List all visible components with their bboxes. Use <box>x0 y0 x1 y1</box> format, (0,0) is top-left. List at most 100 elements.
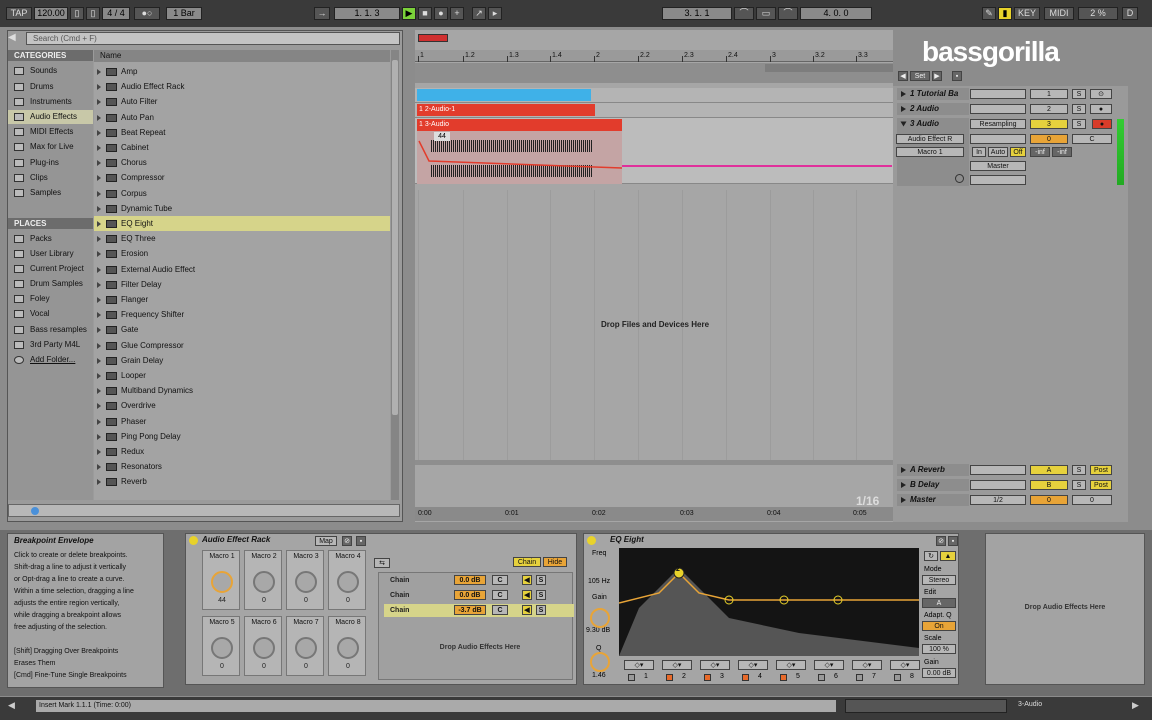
chain-toggle[interactable]: Chain <box>513 557 541 567</box>
place-drum-samples[interactable]: Drum Samples <box>8 277 93 291</box>
track2-arm[interactable]: ● <box>1090 104 1112 114</box>
browser-item[interactable]: Multiband Dynamics <box>94 383 390 398</box>
band-filter-type[interactable]: ◇▾ <box>852 660 882 670</box>
band-toggle[interactable] <box>704 674 711 681</box>
expand-icon[interactable] <box>97 84 101 91</box>
macro-knob[interactable] <box>211 571 233 593</box>
automation-arm-icon[interactable]: ↗ <box>472 7 486 20</box>
master-pan[interactable]: 0 <box>1072 495 1112 505</box>
back-to-arrangement-icon[interactable]: ▸ <box>488 7 502 20</box>
band-filter-type[interactable]: ◇▾ <box>624 660 654 670</box>
chain-row[interactable]: Chain 0.0 dB C ◀ S <box>384 589 574 602</box>
preview-icon[interactable] <box>31 507 39 515</box>
freq-value[interactable]: 105 Hz <box>588 578 610 585</box>
hide-toggle[interactable]: Hide <box>543 557 567 567</box>
return-a-activator[interactable]: A <box>1030 465 1068 475</box>
browser-item[interactable]: Phaser <box>94 414 390 429</box>
expand-icon[interactable] <box>97 464 101 471</box>
browser-item[interactable]: Gate <box>94 322 390 337</box>
return-b-activator[interactable]: B <box>1030 480 1068 490</box>
chain-pan[interactable]: C <box>492 590 508 600</box>
browser-item[interactable]: Grain Delay <box>94 353 390 368</box>
browser-item[interactable]: Cabinet <box>94 140 390 155</box>
macro-7[interactable]: Macro 70 <box>286 616 324 676</box>
macro-knob[interactable] <box>211 637 233 659</box>
browser-item[interactable]: Compressor <box>94 170 390 185</box>
q-value[interactable]: 1.46 <box>592 672 606 679</box>
track1-activator[interactable]: 1 <box>1030 89 1068 99</box>
fold-icon[interactable] <box>900 121 907 127</box>
expand-icon[interactable] <box>97 373 101 379</box>
macro-5[interactable]: Macro 50 <box>202 616 240 676</box>
q-knob[interactable] <box>590 652 610 672</box>
nudge-icon[interactable]: ▯ <box>70 7 84 20</box>
scroll-right-icon[interactable]: ▶ <box>932 71 942 81</box>
expand-icon[interactable] <box>97 418 101 425</box>
band-filter-type[interactable]: ◇▾ <box>814 660 844 670</box>
master-volume[interactable]: 0 <box>1030 495 1068 505</box>
expand-icon[interactable] <box>97 266 101 273</box>
expand-icon[interactable] <box>97 69 101 75</box>
macro-knob[interactable] <box>253 571 275 593</box>
macro-1[interactable]: Macro 1 44 <box>202 550 240 610</box>
midi-map-button[interactable]: MIDI <box>1044 7 1074 20</box>
track2-solo[interactable]: S <box>1072 104 1086 114</box>
punch-in-icon[interactable]: ⌒ <box>734 7 754 20</box>
fold-icon[interactable] <box>901 497 906 503</box>
expand-icon[interactable] <box>97 175 101 182</box>
device-chooser[interactable]: Audio Effect R <box>896 134 964 144</box>
category-sounds[interactable]: Sounds <box>8 64 93 78</box>
search-input[interactable]: Search (Cmd + F) <box>26 32 400 45</box>
chain-solo[interactable]: S <box>536 590 546 600</box>
record-icon[interactable]: ● <box>434 7 448 20</box>
nudge-up-icon[interactable]: ▯ <box>86 7 100 20</box>
chain-activator-icon[interactable]: ◀ <box>522 575 532 585</box>
punch-out-icon[interactable]: ⌒ <box>778 7 798 20</box>
expand-icon[interactable] <box>97 342 101 349</box>
expand-icon[interactable] <box>97 129 101 136</box>
expand-icon[interactable] <box>97 190 101 197</box>
browser-item[interactable]: Frequency Shifter <box>94 307 390 322</box>
browser-item[interactable]: Flanger <box>94 292 390 307</box>
expand-icon[interactable] <box>97 449 101 455</box>
track1-solo[interactable]: S <box>1072 89 1086 99</box>
set-button[interactable]: Set <box>910 71 930 81</box>
browser-toggle-icon[interactable]: ◀ <box>8 32 24 45</box>
return-header-a[interactable]: A Reverb <box>897 464 969 476</box>
time-ruler[interactable] <box>415 507 893 521</box>
category-max-for-live[interactable]: Max for Live <box>8 140 93 154</box>
band-toggle[interactable] <box>818 674 825 681</box>
monitor-off[interactable]: Off <box>1010 147 1026 157</box>
mode-dropdown[interactable]: Stereo <box>922 575 956 585</box>
eq-save-icon[interactable]: ▪ <box>948 536 958 546</box>
category-drums[interactable]: Drums <box>8 80 93 94</box>
gain-knob[interactable] <box>590 608 610 628</box>
macro-4[interactable]: Macro 40 <box>328 550 366 610</box>
place-vocal[interactable]: Vocal <box>8 307 93 321</box>
map-button[interactable]: Map <box>315 536 337 546</box>
chain-activator-icon[interactable]: ◀ <box>522 605 532 615</box>
expand-icon[interactable] <box>97 99 101 106</box>
chain-pan[interactable]: C <box>492 575 508 585</box>
lock-icon[interactable]: ▪ <box>952 71 962 81</box>
track1-arm[interactable]: ⊙ <box>1090 89 1112 99</box>
fold-icon[interactable] <box>901 467 906 473</box>
fold-icon[interactable] <box>901 482 906 488</box>
output-gain-value[interactable]: 0.00 dB <box>922 668 956 678</box>
macro-knob[interactable] <box>337 637 359 659</box>
browser-item[interactable]: Redux <box>94 444 390 459</box>
master-header[interactable]: Master <box>897 494 969 506</box>
browser-item[interactable]: Auto Pan <box>94 110 390 125</box>
expand-icon[interactable] <box>97 251 101 258</box>
expand-icon[interactable] <box>97 327 101 334</box>
clip-audio-2[interactable]: 1 2-Audio-1 <box>417 104 595 116</box>
track3-activator[interactable]: 3 <box>1030 119 1068 129</box>
rack-hotswap-icon[interactable]: ⊘ <box>342 536 352 546</box>
eq-hotswap-icon[interactable]: ⊘ <box>936 536 946 546</box>
eq-title[interactable]: EQ Eight <box>610 533 644 547</box>
chain-volume[interactable]: 0.0 dB <box>454 590 486 600</box>
add-envelope-icon[interactable] <box>955 174 964 183</box>
browser-item[interactable]: Filter Delay <box>94 277 390 292</box>
loop-icon[interactable]: ▭ <box>756 7 776 20</box>
chain-solo[interactable]: S <box>536 605 546 615</box>
